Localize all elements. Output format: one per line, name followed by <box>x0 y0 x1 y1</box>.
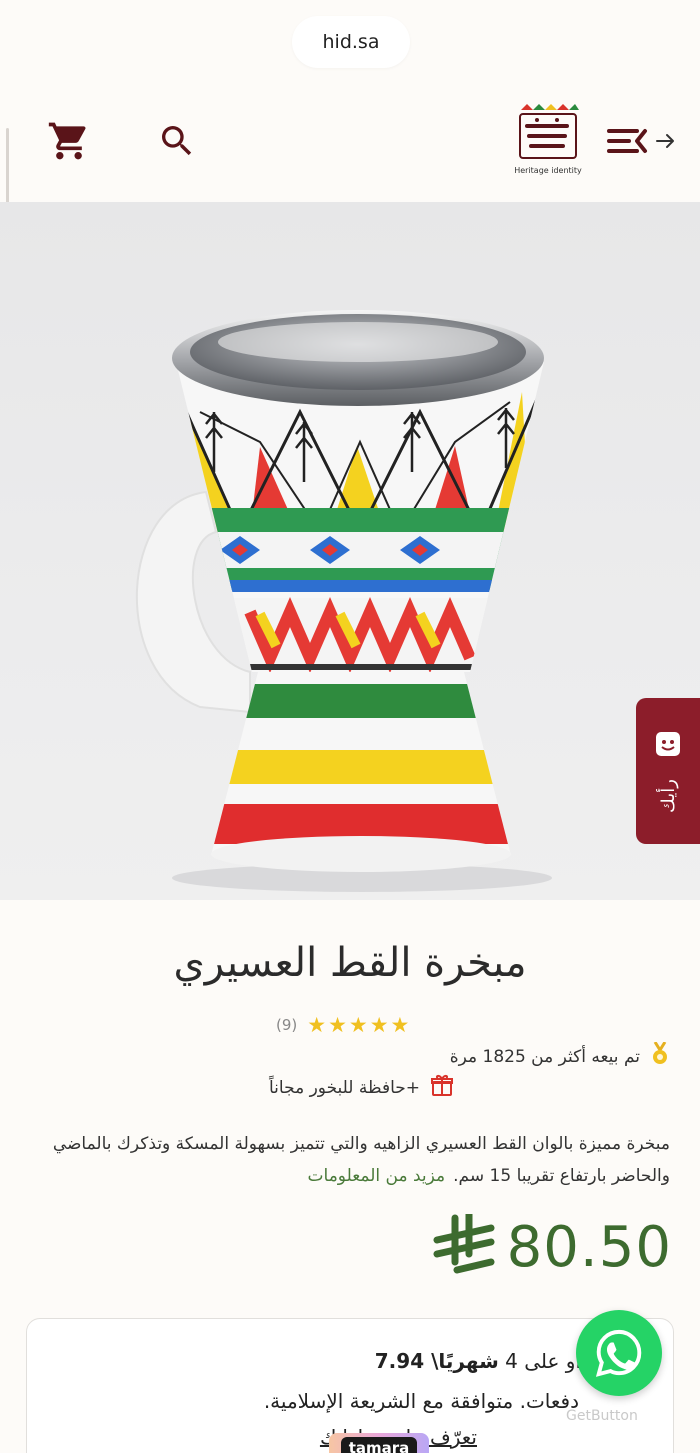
logo-subtitle: Heritage identity <box>514 166 582 175</box>
menu-icon[interactable] <box>604 116 676 166</box>
gift-row: +حافظة للبخور مجاناً <box>269 1073 454 1102</box>
logo-mark <box>517 102 579 164</box>
tamara-line1-post: شهريًا <box>438 1349 499 1373</box>
star-rating: ★★★★★ <box>307 1013 412 1037</box>
tamara-line2: دفعات. متوافقة مع الشريعة الإسلامية. <box>263 1389 579 1413</box>
getbutton-label: GetButton <box>566 1408 638 1424</box>
sold-row: تم بيعه أكثر من 1825 مرة <box>449 1041 670 1071</box>
smiley-icon <box>656 732 680 756</box>
feedback-label: رأيك <box>657 779 679 813</box>
price-amount: 80.50 <box>506 1214 672 1280</box>
tamara-logo: tamara <box>340 1437 418 1453</box>
tamara-line1-pre: أو على 4 <box>505 1349 581 1373</box>
browser-bar: hid.sa <box>0 0 700 92</box>
tamara-badge: tamara <box>329 1433 429 1453</box>
riyal-icon <box>433 1210 495 1280</box>
rating-row[interactable]: (9) ★★★★★ <box>276 1012 411 1038</box>
tamara-installment-box[interactable]: أو على 4 شهريًا\ 7.94 دفعات. متوافقة مع … <box>26 1318 674 1453</box>
whatsapp-button[interactable] <box>576 1310 662 1396</box>
gift-icon <box>430 1073 454 1102</box>
url-field[interactable]: hid.sa <box>292 16 410 68</box>
sold-text: تم بيعه أكثر من 1825 مرة <box>449 1046 640 1067</box>
cart-icon[interactable] <box>44 116 94 166</box>
gift-text: +حافظة للبخور مجاناً <box>269 1077 420 1098</box>
tamara-amount: 7.94 <box>374 1349 425 1373</box>
tamara-line1: أو على 4 شهريًا\ 7.94 <box>374 1349 581 1373</box>
product-image[interactable] <box>0 202 700 900</box>
whatsapp-icon <box>595 1329 642 1377</box>
search-icon[interactable] <box>152 116 202 166</box>
rating-count: (9) <box>276 1016 298 1034</box>
feedback-tab[interactable]: رأيك <box>636 698 700 844</box>
site-logo[interactable]: Heritage identity <box>514 102 582 186</box>
medal-icon <box>650 1041 670 1071</box>
price-block: 80.50 <box>433 1208 672 1286</box>
product-description: مبخرة مميزة بالوان القط العسيري الزاهيه … <box>25 1128 670 1192</box>
more-info-link[interactable]: مزيد من المعلومات <box>308 1166 446 1186</box>
site-header: Heritage identity <box>0 92 700 202</box>
product-title: مبخرة القط العسيري <box>173 940 527 986</box>
